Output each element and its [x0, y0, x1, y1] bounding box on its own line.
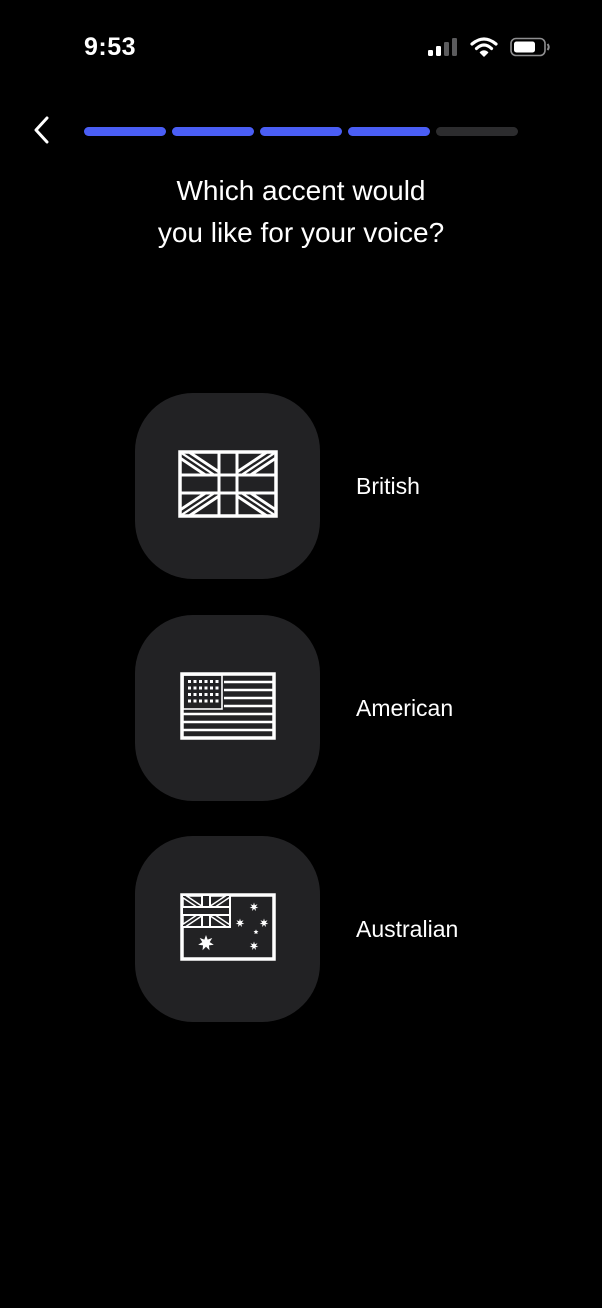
uk-flag-icon: [177, 449, 278, 523]
us-flag-icon: [179, 671, 276, 745]
battery-icon: [510, 37, 550, 57]
accent-label-british: British: [356, 472, 420, 499]
accent-option-australian[interactable]: Australian: [135, 836, 495, 1022]
accent-option-british[interactable]: British: [135, 393, 495, 579]
back-button[interactable]: [24, 112, 60, 152]
chevron-left-icon: [33, 116, 51, 149]
progress-segment: [84, 127, 166, 136]
accent-option-american[interactable]: American: [135, 615, 495, 801]
title-line-2: you like for your voice?: [157, 217, 445, 248]
progress-segment: [260, 127, 342, 136]
status-time: 9:53: [84, 33, 137, 61]
accent-tile-british[interactable]: [135, 393, 320, 579]
status-icons: [428, 37, 550, 57]
progress-indicator: [84, 127, 524, 136]
accent-tile-australian[interactable]: [135, 836, 320, 1022]
title-line-1: Which accent would: [176, 175, 426, 206]
accent-label-american: American: [356, 694, 454, 721]
page-title: Which accent would you like for your voi…: [0, 170, 602, 254]
accent-tile-american[interactable]: [135, 615, 320, 801]
progress-segment: [436, 127, 518, 136]
progress-segment: [172, 127, 254, 136]
cellular-signal-icon: [428, 37, 458, 57]
wifi-icon: [470, 37, 498, 57]
accent-label-australian: Australian: [356, 915, 459, 942]
progress-segment: [348, 127, 430, 136]
australia-flag-icon: [179, 892, 276, 966]
